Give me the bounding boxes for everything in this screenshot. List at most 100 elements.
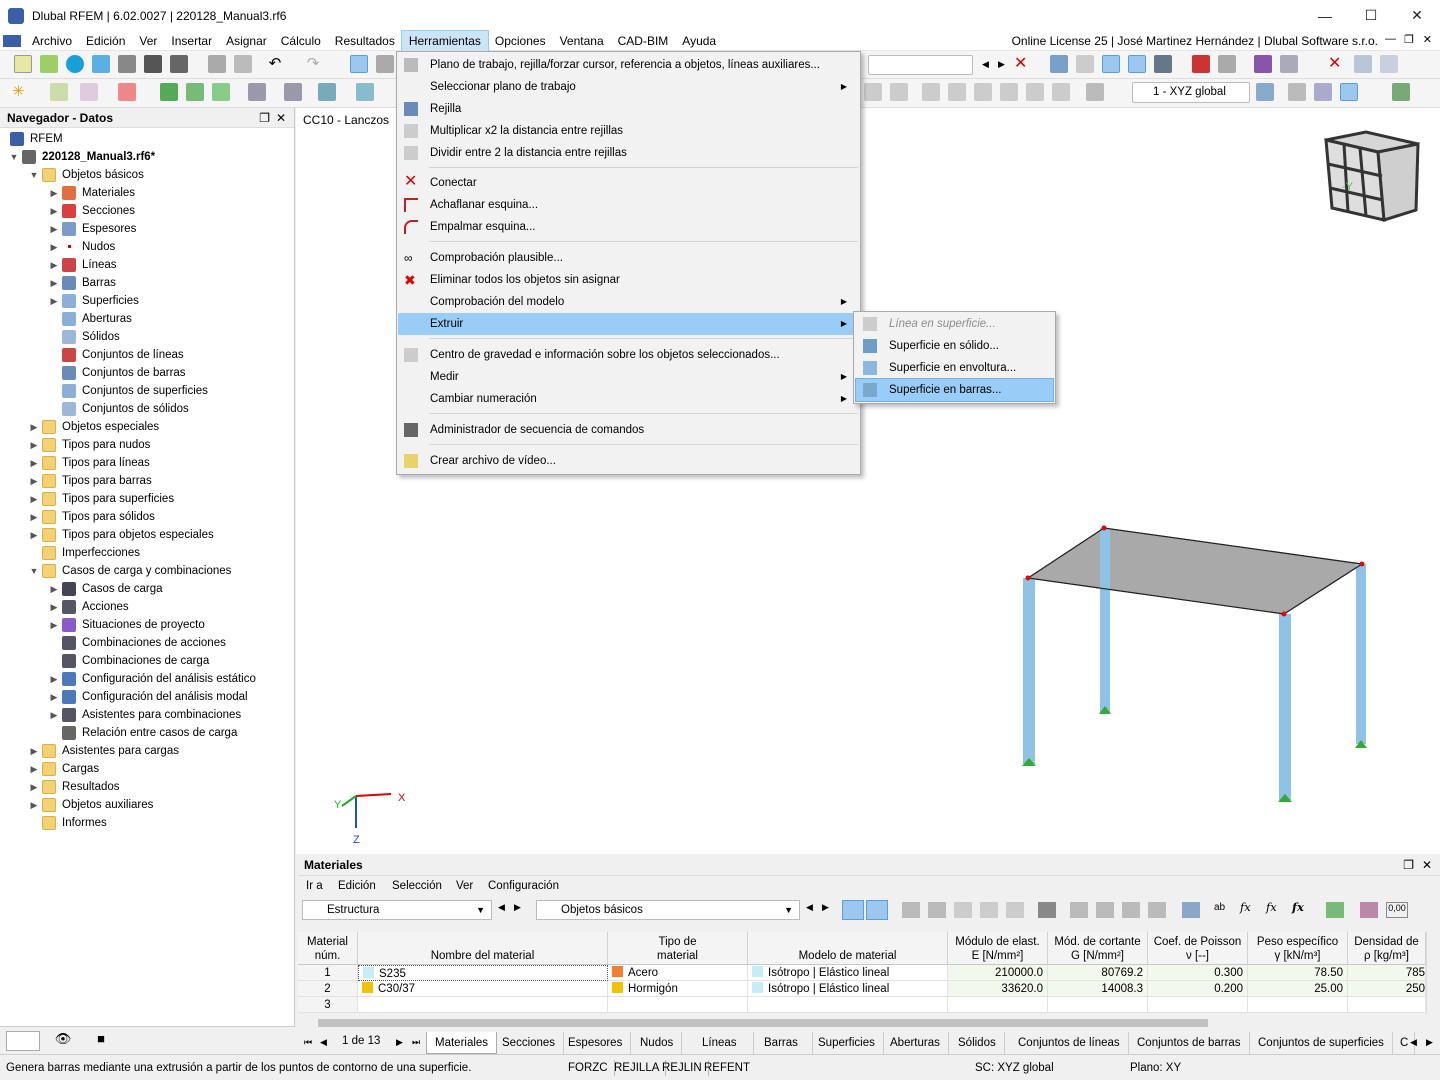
new-file-icon[interactable]: [14, 55, 32, 73]
tab-secciones[interactable]: Secciones: [494, 1032, 565, 1054]
decimals-icon[interactable]: 0,00: [1386, 902, 1408, 918]
table-toggle-icon[interactable]: [376, 55, 394, 73]
hscroll-thumb[interactable]: [318, 1019, 1208, 1027]
tree-item-resultados[interactable]: ▶ Resultados: [28, 778, 120, 796]
panel-close-icon[interactable]: ✕: [1422, 854, 1432, 876]
tree-item-objetos-auxiliares[interactable]: ▶ Objetos auxiliares: [28, 796, 153, 814]
undo-icon[interactable]: ↶: [266, 55, 284, 73]
report-icon[interactable]: [208, 55, 226, 73]
tab-aberturas[interactable]: Aberturas: [882, 1032, 949, 1054]
menu-item-grid-x2[interactable]: Multiplicar x2 la distancia entre rejill…: [398, 120, 859, 142]
panel-menu-edit[interactable]: Edición: [338, 878, 376, 894]
tree-item-espesores[interactable]: ▶ Espesores: [48, 220, 136, 238]
tree-item-asistentes-para-combinaciones[interactable]: ▶ Asistentes para combinaciones: [48, 706, 241, 724]
navigator-toggle-icon[interactable]: [350, 55, 368, 73]
tree-item-conjuntos-de-superficies[interactable]: Conjuntos de superficies: [48, 382, 208, 400]
print-table-icon[interactable]: [1360, 902, 1378, 918]
menu-insertar[interactable]: Insertar: [164, 31, 219, 51]
tree-item-tipos-para-superficies[interactable]: ▶ Tipos para superficies: [28, 490, 174, 508]
display-tab-icon[interactable]: 👁: [46, 1031, 80, 1051]
panel-menu-selection[interactable]: Selección: [392, 878, 442, 894]
table-hscroll[interactable]: [298, 1016, 1426, 1030]
workplane-icon[interactable]: [356, 83, 374, 101]
cs-edit-icon[interactable]: [1256, 83, 1274, 101]
menu-ver[interactable]: Ver: [132, 31, 164, 51]
col-header-model[interactable]: Modelo de material: [748, 932, 948, 965]
last-page-icon[interactable]: ⏭: [412, 1037, 420, 1048]
chevron-right-icon[interactable]: ▶: [28, 472, 40, 490]
offset-icon[interactable]: [1026, 83, 1044, 101]
tree-item-barras[interactable]: ▶ Barras: [48, 274, 116, 292]
snap-icon[interactable]: [318, 83, 336, 101]
menu-archivo[interactable]: Archivo: [25, 31, 79, 51]
sync-selection-icon[interactable]: [866, 900, 888, 920]
tab-superficies[interactable]: Superficies: [810, 1032, 884, 1054]
chevron-right-icon[interactable]: ▶: [28, 490, 40, 508]
chevron-right-icon[interactable]: ▶: [48, 256, 60, 274]
tree-item-cargas[interactable]: ▶ Cargas: [28, 760, 99, 778]
chevron-right-icon[interactable]: ▶: [48, 580, 60, 598]
col-header-g[interactable]: Mód. de cortante G [N/mm²]: [1048, 932, 1148, 965]
chevron-right-icon[interactable]: ▶: [28, 436, 40, 454]
move-down-icon[interactable]: [1148, 902, 1166, 918]
prev-type-icon[interactable]: ◀: [806, 902, 813, 913]
next-page-icon[interactable]: ▶: [396, 1037, 403, 1048]
column-icon[interactable]: [1182, 902, 1200, 918]
menu-item-renumber[interactable]: Cambiar numeración ▶: [398, 388, 859, 410]
tab-nudos[interactable]: Nudos: [632, 1032, 683, 1054]
tab-conjuntos-lineas[interactable]: Conjuntos de líneas: [1010, 1032, 1129, 1054]
tree-item-aberturas[interactable]: Aberturas: [48, 310, 132, 328]
mdi-minimize-icon[interactable]: —: [1385, 33, 1396, 45]
select-in-graphic-icon[interactable]: [842, 900, 864, 920]
menu-item-video[interactable]: Crear archivo de vídeo...: [398, 450, 859, 472]
box-view-icon[interactable]: [1380, 55, 1398, 73]
rendering-icon[interactable]: [1128, 55, 1146, 73]
tree-item-lineas[interactable]: ▶ Líneas: [48, 256, 117, 274]
menu-cad-bim[interactable]: CAD-BIM: [611, 31, 676, 51]
tree-item-tipos-para-lineas[interactable]: ▶ Tipos para líneas: [28, 454, 150, 472]
formula-icon[interactable]: fx: [1240, 900, 1258, 918]
chevron-right-icon[interactable]: ▶: [28, 760, 40, 778]
chevron-right-icon[interactable]: ▶: [28, 454, 40, 472]
tree-item-asistentes-para-cargas[interactable]: ▶ Asistentes para cargas: [28, 742, 179, 760]
chevron-right-icon[interactable]: ▶: [48, 292, 60, 310]
menu-ventana[interactable]: Ventana: [553, 31, 611, 51]
tree-item-materiales[interactable]: ▶ Materiales: [48, 184, 135, 202]
tree-item-rfem[interactable]: RFEM: [8, 130, 63, 148]
move-up-icon[interactable]: [1122, 902, 1140, 918]
menu-item-extrude[interactable]: Extruir ▶: [398, 313, 859, 335]
toggle-rejlin[interactable]: REJLIN: [662, 1060, 709, 1076]
panel-menu-goto[interactable]: Ir a: [306, 878, 323, 894]
table-vscroll[interactable]: [1426, 932, 1440, 1014]
tree-item-tipos-para-barras[interactable]: ▶ Tipos para barras: [28, 472, 152, 490]
tree-item-secciones[interactable]: ▶ Secciones: [48, 202, 135, 220]
save-icon[interactable]: [144, 55, 162, 73]
tree-item-relacion-entre-casos-de-carga[interactable]: Relación entre casos de carga: [48, 724, 237, 742]
join-icon[interactable]: [948, 83, 966, 101]
trim-icon[interactable]: [1000, 83, 1018, 101]
menu-item-center-gravity[interactable]: Centro de gravedad e información sobre l…: [398, 344, 859, 366]
chevron-right-icon[interactable]: ▶: [28, 508, 40, 526]
tree-item-combinaciones-de-carga[interactable]: Combinaciones de carga: [48, 652, 209, 670]
chevron-right-icon[interactable]: ▶: [28, 742, 40, 760]
grid-icon[interactable]: [1288, 83, 1306, 101]
coordinate-system-select[interactable]: 1 - XYZ global: [1132, 82, 1250, 103]
support-icon[interactable]: [1192, 55, 1210, 73]
results-icon[interactable]: [1050, 55, 1068, 73]
line-tool-icon[interactable]: [50, 83, 68, 101]
close-button[interactable]: ✕: [1394, 0, 1440, 31]
menu-item-grid-half[interactable]: Dividir entre 2 la distancia entre rejil…: [398, 142, 859, 164]
tree-item-objetos-especiales[interactable]: ▶ Objetos especiales: [28, 418, 159, 436]
minimize-button[interactable]: —: [1302, 0, 1348, 31]
chevron-right-icon[interactable]: ▶: [28, 796, 40, 814]
visibility-icon[interactable]: [1086, 83, 1104, 101]
panel-menu-settings[interactable]: Configuración: [488, 878, 559, 894]
next-icon[interactable]: ▶: [514, 902, 521, 913]
first-page-icon[interactable]: ⏮: [304, 1037, 312, 1048]
chevron-right-icon[interactable]: ▶: [48, 706, 60, 724]
prev-page-icon[interactable]: ◀: [320, 1037, 327, 1048]
view-options-icon[interactable]: [1280, 55, 1298, 73]
chevron-right-icon[interactable]: ▶: [48, 598, 60, 616]
sort-icon[interactable]: [1070, 902, 1088, 918]
menu-item-connect[interactable]: ✕ Conectar: [398, 172, 859, 194]
